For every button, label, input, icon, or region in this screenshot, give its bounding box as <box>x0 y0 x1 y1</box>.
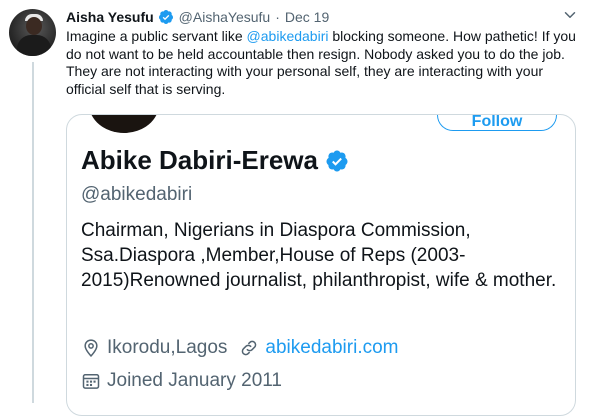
verified-badge-icon <box>326 150 348 171</box>
follow-button: Follow <box>437 115 557 131</box>
profile-joined: Joined January 2011 <box>107 370 282 391</box>
verified-badge-icon <box>158 10 173 24</box>
tweet-text-start: Imagine a public servant like <box>66 28 247 44</box>
link-icon <box>242 340 257 356</box>
tweet-text: Imagine a public servant like @abikedabi… <box>66 28 580 98</box>
profile-name: Abike Dabiri-Erewa <box>81 145 318 175</box>
profile-location: Ikorodu,Lagos <box>107 337 228 358</box>
author-avatar[interactable] <box>9 9 56 56</box>
tweet-date[interactable]: Dec 19 <box>285 9 329 25</box>
author-handle[interactable]: @AishaYesufu <box>179 9 271 25</box>
mention-link[interactable]: @abikedabiri <box>247 28 329 44</box>
profile-name-row: Abike Dabiri-Erewa <box>81 145 349 176</box>
calendar-icon <box>82 374 100 389</box>
tweet-header: Aisha Yesufu @AishaYesufu · Dec 19 <box>66 7 329 27</box>
profile-joined-row: Joined January 2011 <box>81 370 282 392</box>
profile-bio: Chairman, Nigerians in Diaspora Commissi… <box>81 220 557 291</box>
separator-dot: · <box>275 9 280 25</box>
location-pin-icon <box>84 339 98 357</box>
profile-website: abikedabiri.com <box>265 337 399 358</box>
thread-line <box>32 62 34 403</box>
profile-avatar <box>89 115 159 133</box>
profile-card-image[interactable]: Follow Abike Dabiri-Erewa @abikedabiri C… <box>66 114 576 416</box>
chevron-down-icon[interactable] <box>561 6 579 24</box>
author-name[interactable]: Aisha Yesufu <box>66 9 154 25</box>
profile-handle: @abikedabiri <box>81 184 193 205</box>
profile-meta-row: Ikorodu,Lagos abikedabiri.com <box>81 337 399 359</box>
